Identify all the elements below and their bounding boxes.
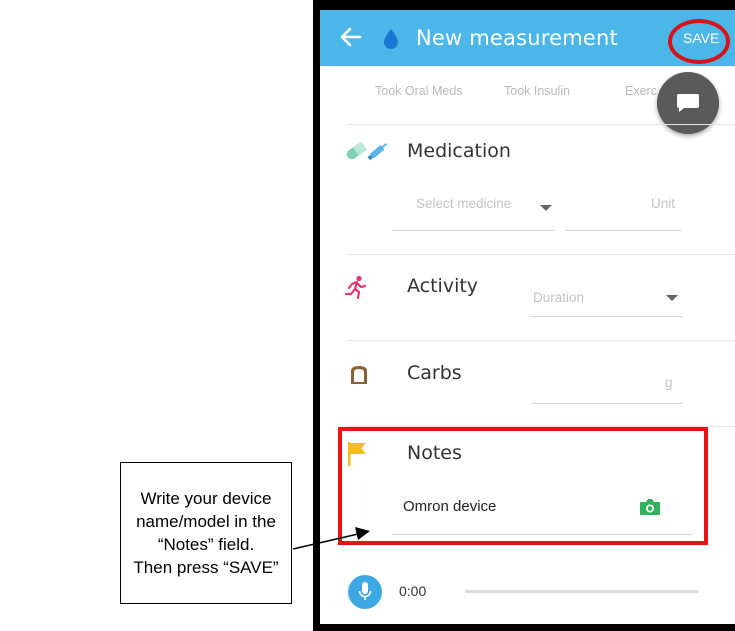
medicine-underline — [392, 230, 554, 231]
divider — [347, 254, 735, 255]
chat-bubble-icon — [677, 94, 699, 112]
unit-underline — [565, 230, 681, 231]
duration-underline — [530, 316, 682, 317]
divider — [347, 124, 735, 125]
chevron-down-icon[interactable] — [666, 295, 678, 301]
activity-title: Activity — [407, 275, 479, 297]
running-person-icon — [344, 275, 367, 299]
medicine-select[interactable]: Select medicine — [416, 196, 511, 211]
pill-syringe-icon — [346, 141, 388, 161]
carbs-title: Carbs — [407, 362, 462, 384]
microphone-icon — [358, 582, 372, 600]
save-highlight-circle — [668, 19, 730, 64]
tab-took-oral-meds[interactable]: Took Oral Meds — [375, 84, 463, 98]
back-arrow-icon[interactable] — [338, 24, 364, 50]
duration-select[interactable]: Duration — [533, 290, 584, 305]
chevron-down-icon[interactable] — [540, 205, 552, 211]
instruction-text: Write your device name/model in the “Not… — [133, 489, 279, 577]
instruction-callout: Write your device name/model in the “Not… — [120, 462, 292, 604]
tab-exercise[interactable]: Exerc — [625, 84, 657, 98]
divider — [347, 340, 735, 341]
recording-progress[interactable] — [465, 590, 699, 593]
carbs-input-underline[interactable] — [532, 403, 682, 404]
page-title: New measurement — [416, 26, 618, 50]
tab-took-insulin[interactable]: Took Insulin — [504, 84, 570, 98]
notes-highlight-box — [338, 427, 708, 545]
recording-timer: 0:00 — [399, 583, 427, 599]
record-button[interactable] — [348, 575, 382, 609]
medication-title: Medication — [407, 140, 511, 162]
unit-input[interactable]: Unit — [651, 196, 675, 211]
carbs-unit: g — [665, 375, 673, 390]
blood-drop-icon — [384, 29, 398, 49]
bread-icon — [351, 366, 367, 384]
